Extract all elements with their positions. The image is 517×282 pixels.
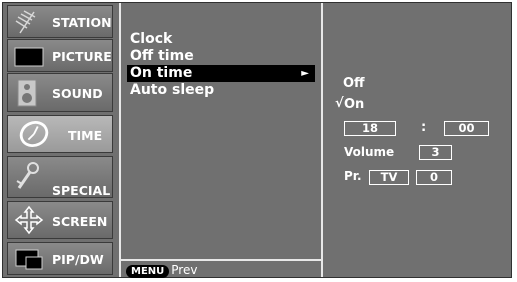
divider-left [119,3,121,277]
arrow-right-icon: ► [301,68,309,79]
osd-menu: STATION PICTURE SOUND TIME SPECIAL SCREE… [2,2,512,278]
prev-label: Prev [171,263,198,277]
program-label: Pr. [344,169,362,183]
sidebar-item-label: SOUND [52,86,103,101]
key-icon [16,162,39,189]
volume-field[interactable]: 3 [419,145,452,160]
speaker-icon [17,79,37,107]
program-source-field[interactable]: TV [369,170,409,185]
option-on[interactable]: On [344,97,364,112]
sidebar-item-time[interactable]: TIME [7,115,113,153]
sidebar-item-label: SPECIAL [52,183,111,198]
sidebar-item-picture[interactable]: PICTURE [7,39,113,72]
sidebar-item-label: TIME [68,128,103,143]
menu-item-off-time[interactable]: Off time [127,48,315,65]
minute-field[interactable]: 00 [444,121,489,136]
antenna-icon [15,10,36,34]
menu-key-badge: MENU [126,265,170,278]
hour-field[interactable]: 18 [344,121,396,136]
monitor-icon [14,47,44,67]
time-separator: : [421,120,427,135]
clock-icon [19,120,49,148]
sidebar-item-pip[interactable]: PIP/DW [7,242,113,275]
pip-icon [15,249,43,270]
menu-item-on-time[interactable]: On time ► [127,65,315,82]
program-number-field[interactable]: 0 [416,170,452,185]
menu-item-auto-sleep[interactable]: Auto sleep [127,82,315,99]
sidebar-item-sound[interactable]: SOUND [7,73,113,112]
sidebar-item-station[interactable]: STATION [7,5,113,38]
menu-item-label: On time [130,65,193,81]
divider-footer [119,259,323,261]
option-off[interactable]: Off [343,76,365,91]
sidebar-item-screen[interactable]: SCREEN [7,201,113,239]
footer-prev[interactable]: MENU Prev [126,263,197,278]
move-arrows-icon [14,205,44,235]
sidebar-item-label: PIP/DW [52,252,104,267]
time-menu: Clock Off time On time ► Auto sleep [127,31,315,99]
menu-item-clock[interactable]: Clock [127,31,315,48]
sidebar-item-label: STATION [52,15,112,30]
sidebar-item-special[interactable]: SPECIAL [7,156,113,198]
sidebar-item-label: PICTURE [52,49,112,64]
volume-label: Volume [344,145,395,159]
sidebar: STATION PICTURE SOUND TIME SPECIAL SCREE… [3,3,118,277]
checkmark-icon: √ [335,96,344,111]
divider-right [321,3,323,277]
sidebar-item-label: SCREEN [52,214,108,229]
